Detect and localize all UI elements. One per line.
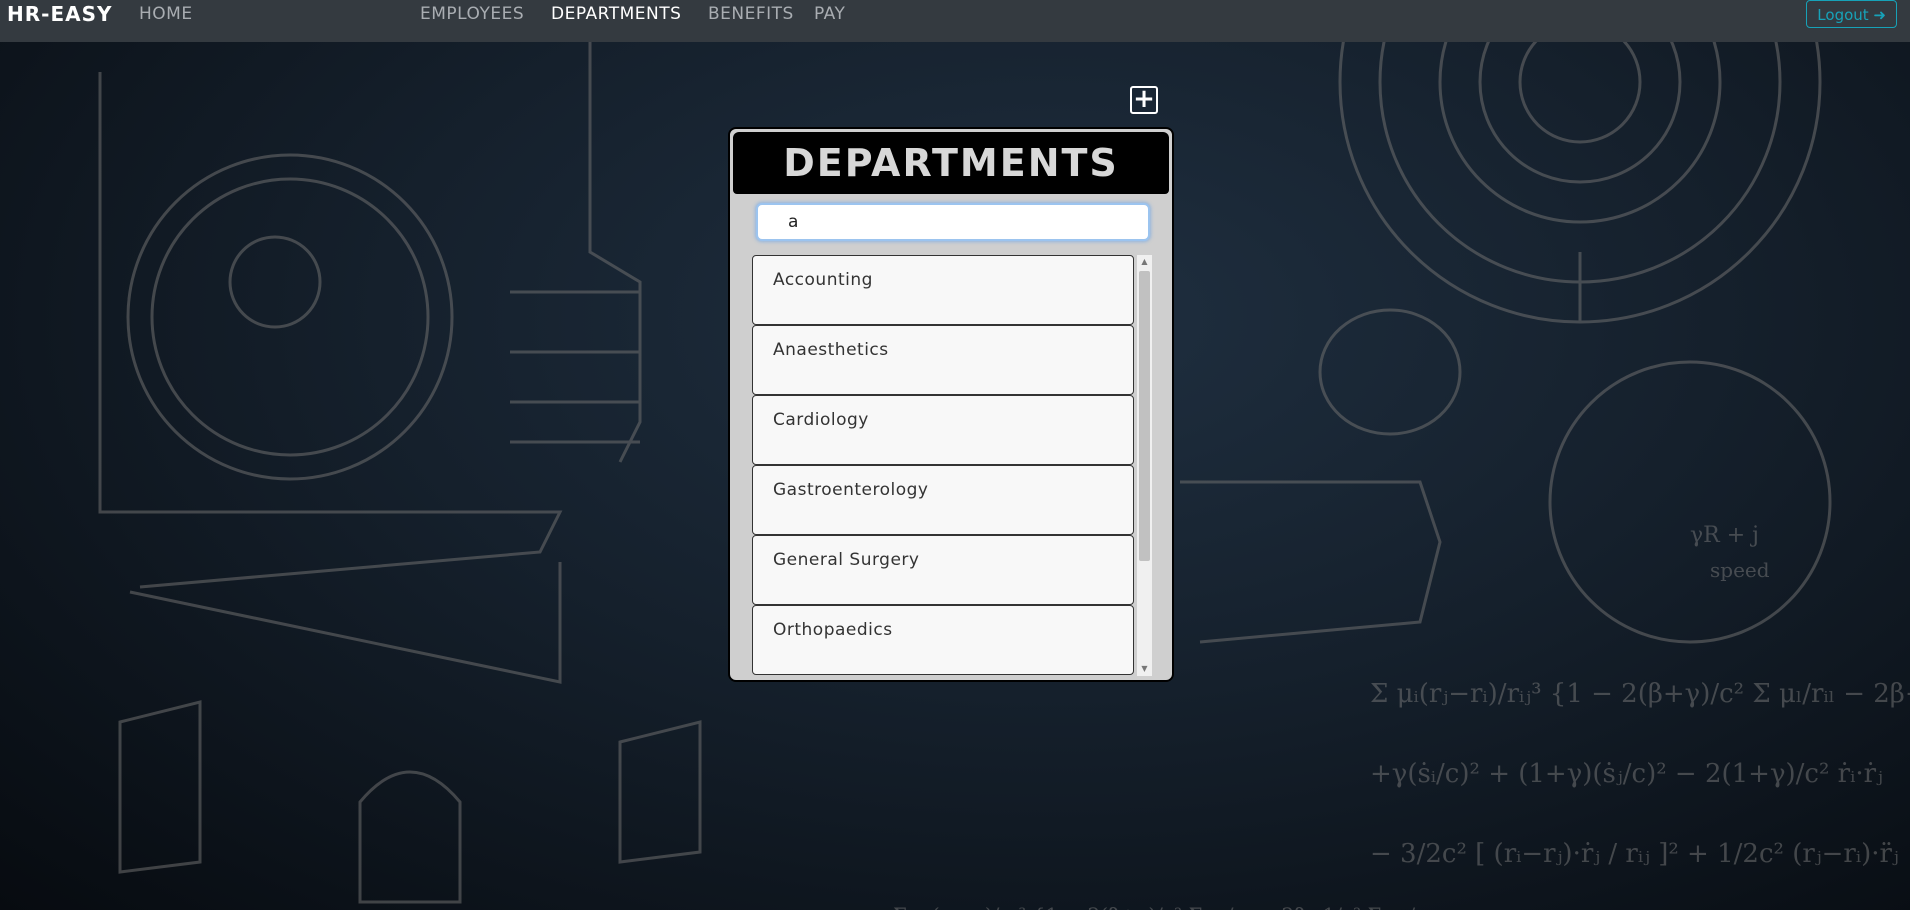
nav-home[interactable]: HOME	[139, 4, 193, 24]
logout-button[interactable]: Logout ➜	[1806, 0, 1897, 28]
svg-text:Σ μᵢ(rⱼ−rᵢ)/rᵢⱼ³ {1 − 2(β+γ)/c: Σ μᵢ(rⱼ−rᵢ)/rᵢⱼ³ {1 − 2(β+γ)/c² Σ μₗ/rᵢₗ…	[1370, 679, 1910, 709]
list-item[interactable]: Anaesthetics	[752, 325, 1134, 395]
list-item[interactable]: Gastroenterology	[752, 465, 1134, 535]
department-name: General Surgery	[773, 550, 920, 570]
add-department-button[interactable]: +	[1130, 86, 1158, 114]
svg-text:− 3/2c² [ (rᵢ−rⱼ)·ṙⱼ / rᵢⱼ ]²: − 3/2c² [ (rᵢ−rⱼ)·ṙⱼ / rᵢⱼ ]² + 1/2c² (r…	[1370, 839, 1910, 869]
list-item[interactable]: Orthopaedics	[752, 605, 1134, 675]
department-name: Gastroenterology	[773, 480, 929, 500]
list-item[interactable]: General Surgery	[752, 535, 1134, 605]
svg-text:speed: speed	[1710, 558, 1770, 582]
nav-pay[interactable]: PAY	[814, 4, 845, 24]
list-scrollbar[interactable]: ▲ ▼	[1137, 255, 1152, 676]
nav-departments[interactable]: DEPARTMENTS	[551, 4, 681, 24]
logout-label: Logout ➜	[1817, 6, 1886, 24]
list-item[interactable]: Accounting	[752, 255, 1134, 325]
department-list: Accounting Anaesthetics Cardiology Gastr…	[752, 255, 1134, 678]
department-name: Cardiology	[773, 410, 869, 430]
plus-square-icon: +	[1133, 84, 1155, 114]
departments-panel: DEPARTMENTS Accounting Anaesthetics Card…	[728, 127, 1174, 682]
scroll-down-icon[interactable]: ▼	[1137, 662, 1152, 676]
list-item[interactable]: Cardiology	[752, 395, 1134, 465]
nav-benefits[interactable]: BENEFITS	[708, 4, 794, 24]
nav-employees[interactable]: EMPLOYEES	[420, 4, 524, 24]
top-navbar: HR-EASY HOME EMPLOYEES DEPARTMENTS BENEF…	[0, 0, 1910, 42]
svg-text:rᵢ = Σ μⱼ(rⱼ−rᵢ)/rᵢⱼ³ {1 − 2(β: rᵢ = Σ μⱼ(rⱼ−rᵢ)/rᵢⱼ³ {1 − 2(β+γ)/c² Σ μ…	[850, 903, 1437, 910]
scroll-up-icon[interactable]: ▲	[1137, 255, 1152, 269]
department-name: Accounting	[773, 270, 873, 290]
department-name: Orthopaedics	[773, 620, 893, 640]
search-input[interactable]	[756, 203, 1150, 241]
brand-logo[interactable]: HR-EASY	[7, 2, 112, 26]
svg-text:γR + j: γR + j	[1690, 523, 1759, 548]
panel-title: DEPARTMENTS	[733, 132, 1169, 194]
department-name: Anaesthetics	[773, 340, 889, 360]
scrollbar-thumb[interactable]	[1139, 271, 1150, 561]
svg-text:+γ(ṡᵢ/c)² + (1+γ)(ṡⱼ/c)² − 2(1: +γ(ṡᵢ/c)² + (1+γ)(ṡⱼ/c)² − 2(1+γ)/c² ṙᵢ·…	[1370, 759, 1883, 789]
